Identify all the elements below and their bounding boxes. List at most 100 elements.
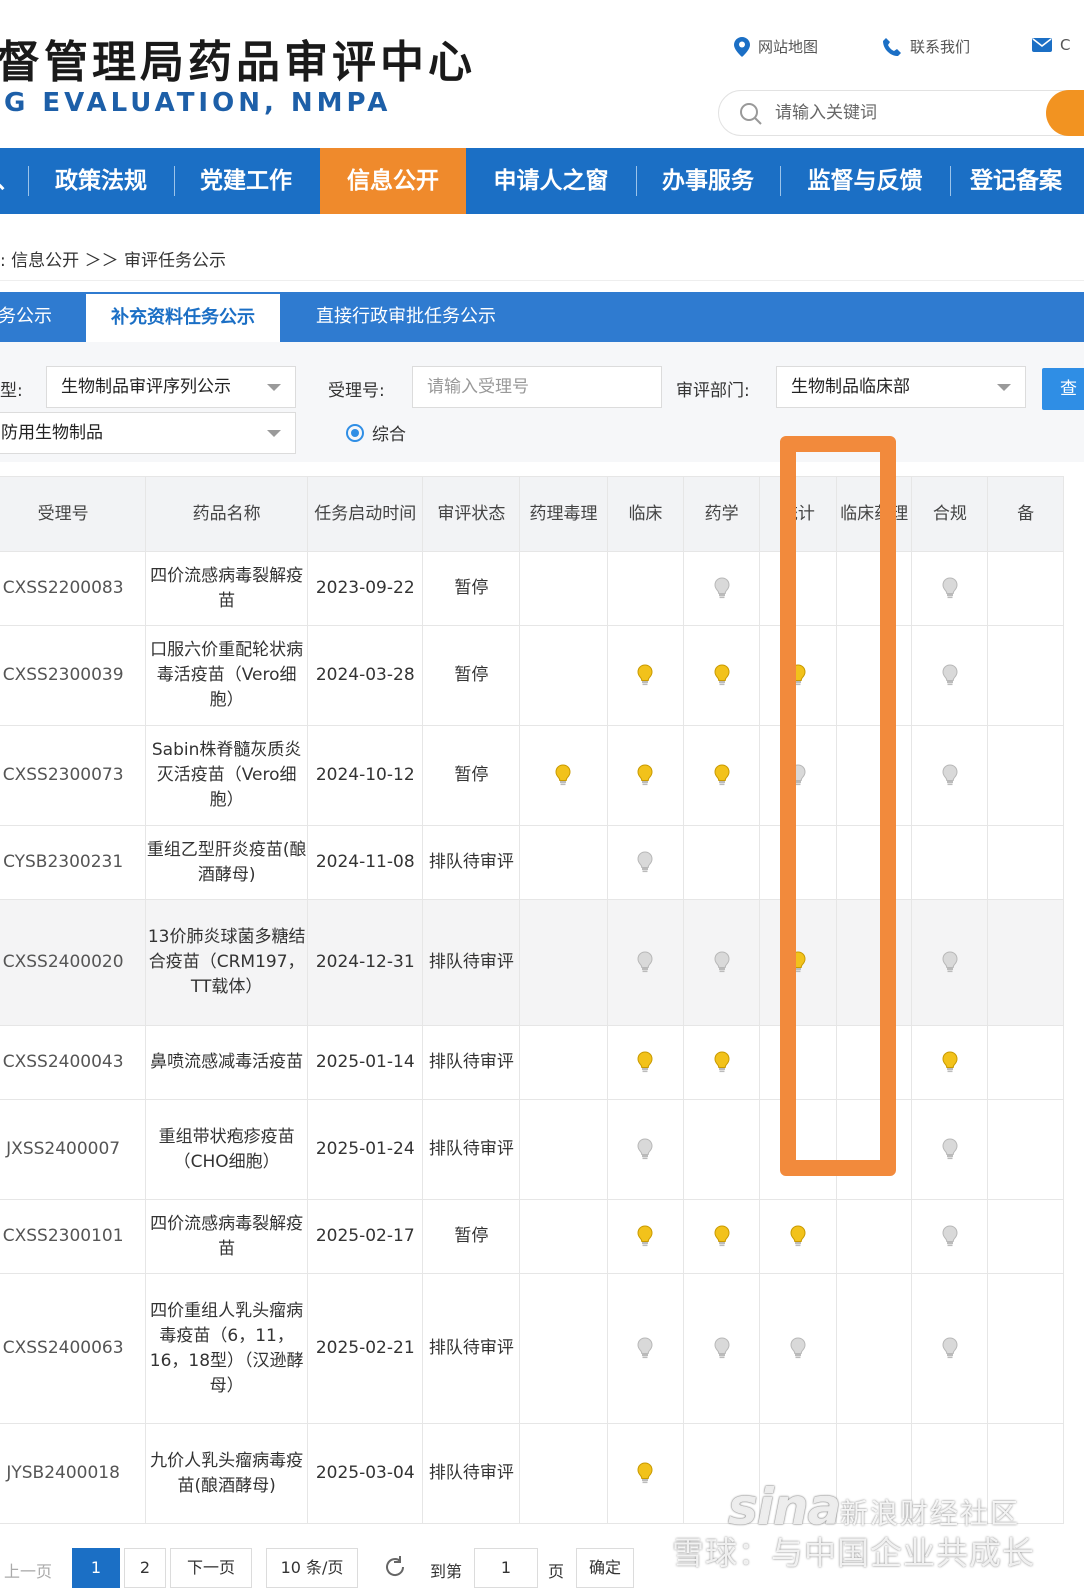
nav-separator (636, 166, 637, 196)
category-select[interactable]: 防用生物制品 (0, 412, 296, 454)
nav-item-supervision[interactable]: 监督与反馈 (790, 148, 940, 214)
sitemap-label: 网站地图 (758, 38, 819, 56)
status-cell: 暂停 (422, 1199, 521, 1274)
compliance-cell (911, 625, 989, 726)
query-button[interactable]: 查 (1042, 368, 1084, 410)
clinical-pharm-cell (835, 1025, 913, 1100)
mail-icon (1032, 38, 1052, 52)
col-drug-name: 药品名称 (145, 476, 309, 552)
site-title[interactable]: 督管理局药品审评中心 (0, 26, 476, 90)
pharmacy-cell (683, 551, 761, 626)
accept-no-cell: CXSS2300101 (0, 1199, 147, 1274)
table-row[interactable]: CXSS2400043 鼻喷流感减毒活疫苗 2025-01-14 排队待审评 (0, 1025, 1064, 1100)
comprehensive-radio[interactable]: 综合 (346, 420, 406, 445)
mail-link[interactable]: C (1032, 36, 1070, 54)
goto-page-input[interactable]: 1 (474, 1548, 538, 1588)
lightbulb-on-icon (636, 664, 654, 686)
clinical-pharm-cell (835, 825, 913, 900)
page-size-select[interactable]: 10 条/页 (266, 1548, 358, 1588)
tab-supplement-tasks[interactable]: 补充资料任务公示 (86, 294, 280, 342)
mail-label: C (1060, 36, 1071, 54)
site-search (718, 90, 1084, 136)
nav-separator (950, 166, 951, 196)
nav-item-party[interactable]: 党建工作 (184, 148, 308, 214)
col-note: 备 (987, 476, 1064, 552)
page-2-button[interactable]: 2 (124, 1548, 166, 1588)
tab-review-tasks[interactable]: 务公示 (0, 292, 54, 342)
status-cell: 暂停 (422, 551, 521, 626)
drug-name-cell: 鼻喷流感减毒活疫苗 (145, 1025, 309, 1100)
col-pharmacy: 药学 (683, 476, 761, 552)
pharm-tox-cell (519, 551, 608, 626)
lightbulb-off-icon (636, 1337, 654, 1359)
nav-item-info-public[interactable]: 信息公开 (320, 148, 466, 214)
pharm-tox-cell (519, 825, 608, 900)
note-cell (987, 825, 1064, 900)
sitemap-link[interactable]: 网站地图 (734, 36, 818, 57)
table-row[interactable]: CXSS2400020 13价肺炎球菌多糖结合疫苗（CRM197，TT载体） 202… (0, 899, 1064, 1026)
col-status: 审评状态 (422, 476, 521, 552)
lightbulb-on-icon (713, 1051, 731, 1073)
status-cell: 排队待审评 (422, 899, 521, 1026)
col-statistics: 统计 (759, 476, 837, 552)
table-row[interactable]: CXSS2400063 四价重组人乳头瘤病毒疫苗（6，11，16，18型）（汉逊酵… (0, 1273, 1064, 1424)
statistics-cell (759, 1273, 837, 1424)
lightbulb-on-icon (713, 1225, 731, 1247)
compliance-cell (911, 1199, 989, 1274)
accept-no-cell: CXSS2200083 (0, 551, 147, 626)
lightbulb-off-icon (636, 951, 654, 973)
compliance-cell (911, 1099, 989, 1200)
main-nav: 、 政策法规 党建工作 信息公开 申请人之窗 办事服务 监督与反馈 登记备案 (0, 148, 1084, 214)
lightbulb-off-icon (636, 1138, 654, 1160)
lightbulb-on-icon (636, 1051, 654, 1073)
tab-direct-approval-tasks[interactable]: 直接行政审批任务公示 (300, 292, 512, 342)
clinical-pharm-cell (835, 1199, 913, 1274)
clinical-cell (606, 1273, 685, 1424)
nav-item-applicant[interactable]: 申请人之窗 (476, 148, 626, 214)
accept-no-cell: CXSS2300039 (0, 625, 147, 726)
goto-confirm-button[interactable]: 确定 (576, 1548, 634, 1588)
page-1-button[interactable]: 1 (72, 1548, 120, 1588)
task-table: 受理号 药品名称 任务启动时间 审评状态 药理毒理 临床 药学 统计 临床药理 … (0, 476, 1064, 1524)
clinical-cell (606, 725, 685, 826)
compliance-cell (911, 1025, 989, 1100)
nav-item-partial[interactable]: 、 (0, 148, 19, 214)
nav-item-policy[interactable]: 政策法规 (38, 148, 164, 214)
type-select[interactable]: 生物制品审评序列公示 (46, 366, 296, 408)
dept-select[interactable]: 生物制品临床部 (776, 366, 1026, 408)
pharmacy-cell (683, 1099, 761, 1200)
prev-page-button[interactable]: 上一页 (4, 1558, 52, 1582)
drug-name-cell: 13价肺炎球菌多糖结合疫苗（CRM197，TT载体） (145, 899, 309, 1026)
contact-link[interactable]: 联系我们 (882, 36, 970, 57)
pharmacy-cell (683, 1273, 761, 1424)
start-date-cell: 2024-03-28 (307, 625, 424, 726)
accept-no-input[interactable] (412, 366, 662, 408)
statistics-cell (759, 899, 837, 1026)
next-page-button[interactable]: 下一页 (170, 1548, 252, 1588)
pharm-tox-cell (519, 1273, 608, 1424)
search-button[interactable] (1046, 90, 1084, 136)
pharmacy-cell (683, 1199, 761, 1274)
refresh-icon[interactable] (382, 1554, 408, 1580)
site-header: 督管理局药品审评中心 G EVALUATION, NMPA 网站地图 联系我们 … (0, 0, 1084, 148)
table-row[interactable]: JXSS2400007 重组带状疱疹疫苗（CHO细胞） 2025-01-24 排队待审… (0, 1099, 1064, 1200)
drug-name-cell: 口服六价重配轮状病毒活疫苗（Vero细胞） (145, 625, 309, 726)
statistics-cell (759, 1025, 837, 1100)
nav-item-registration[interactable]: 登记备案 (960, 148, 1084, 214)
lightbulb-on-icon (789, 951, 807, 973)
table-row[interactable]: CXSS2200083 四价流感病毒裂解疫苗 2023-09-22 暂停 (0, 551, 1064, 626)
nav-separator (780, 166, 781, 196)
lightbulb-off-icon (636, 851, 654, 873)
table-row[interactable]: CXSS2300073 Sabin株脊髓灰质炎灭活疫苗（Vero细胞） 2024-1… (0, 725, 1064, 826)
table-row[interactable]: CYSB2300231 重组乙型肝炎疫苗(酿酒酵母) 2024-11-08 排队待审评 (0, 825, 1064, 900)
accept-no-cell: CXSS2400043 (0, 1025, 147, 1100)
clinical-cell (606, 625, 685, 726)
accept-no-cell: CXSS2400063 (0, 1273, 147, 1424)
nav-item-services[interactable]: 办事服务 (646, 148, 770, 214)
clinical-pharm-cell (835, 1099, 913, 1200)
table-row[interactable]: CXSS2300101 四价流感病毒裂解疫苗 2025-02-17 暂停 (0, 1199, 1064, 1274)
clinical-cell (606, 1423, 685, 1524)
clinical-pharm-cell (835, 551, 913, 626)
table-row[interactable]: CXSS2300039 口服六价重配轮状病毒活疫苗（Vero细胞） 2024-03-… (0, 625, 1064, 726)
search-input[interactable] (775, 99, 1035, 127)
